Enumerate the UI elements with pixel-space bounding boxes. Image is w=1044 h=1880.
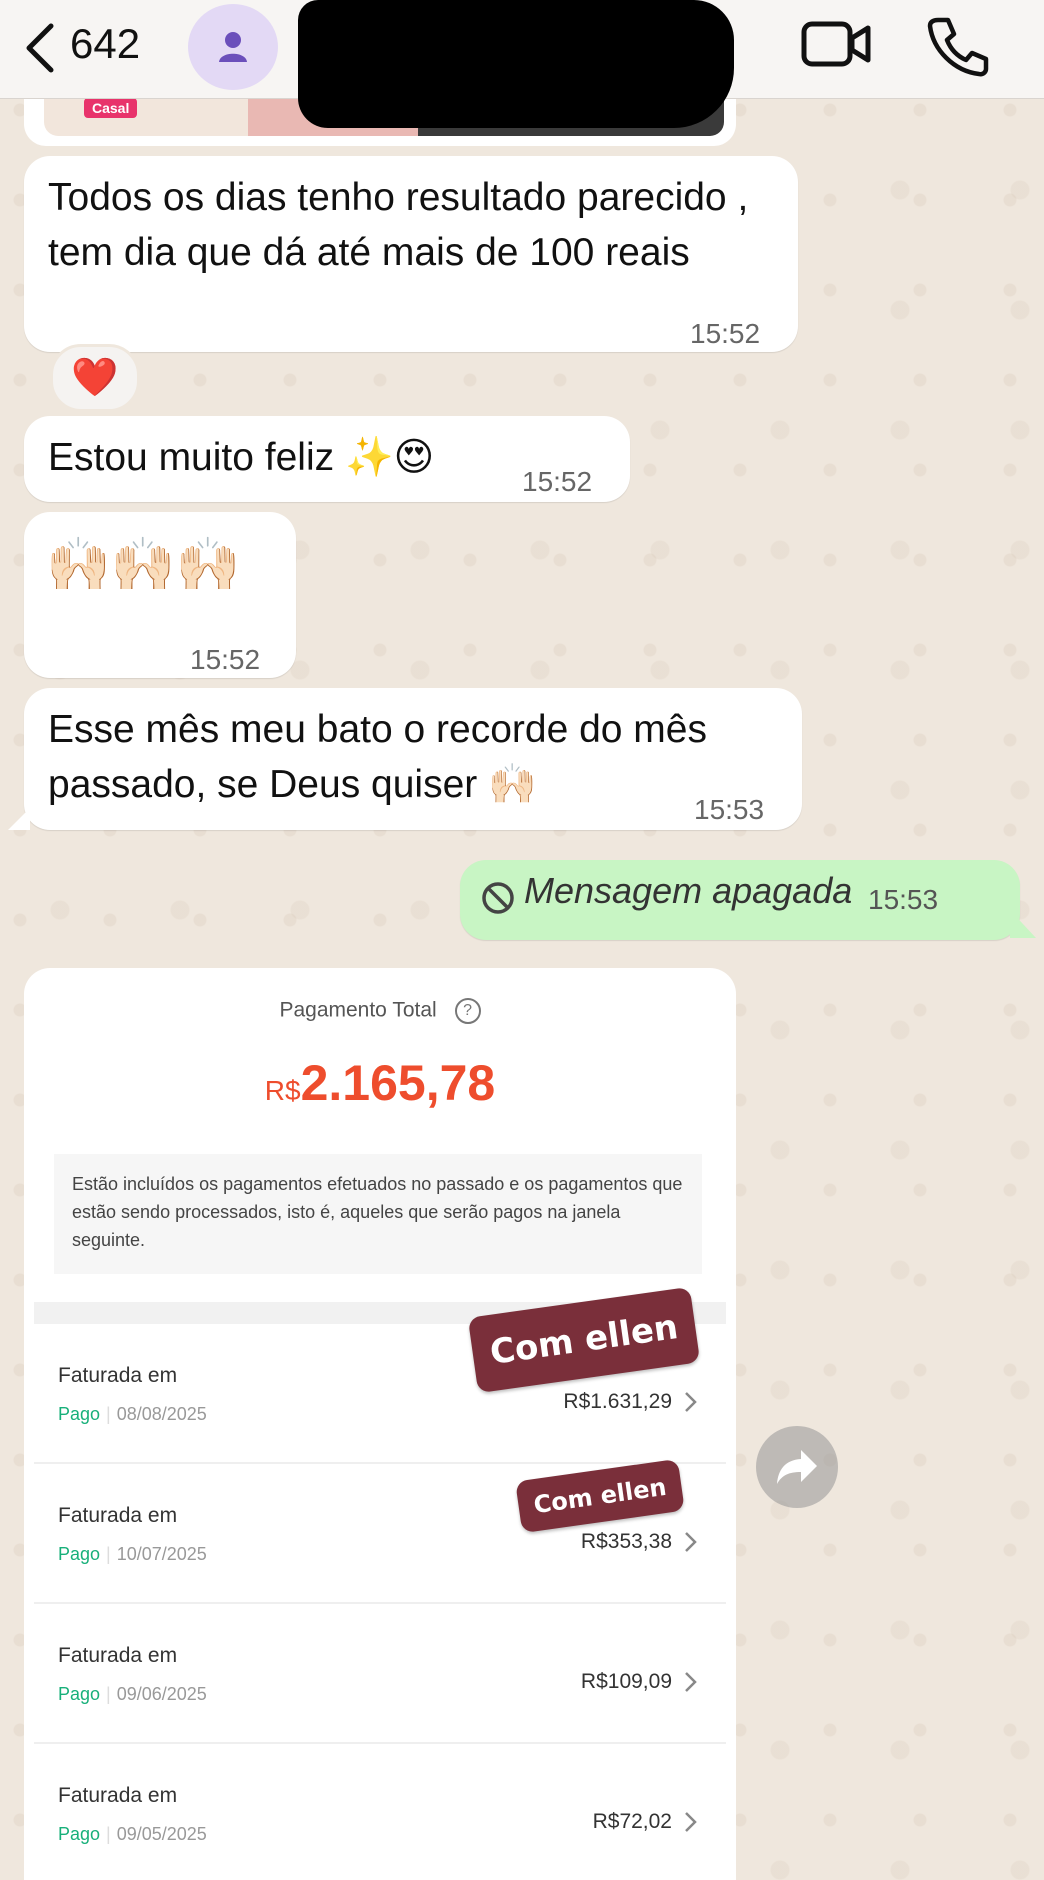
deleted-message-text: Mensagem apagada bbox=[524, 870, 853, 911]
row-amount: R$1.631,29 bbox=[563, 1390, 672, 1413]
contact-avatar[interactable] bbox=[188, 4, 278, 90]
row-status: Pago | 09/05/2025 bbox=[58, 1824, 207, 1844]
payment-row: Faturada em Pago | 09/05/2025 R$72,02 bbox=[34, 1744, 726, 1880]
redacted-contact-name bbox=[298, 0, 734, 128]
row-title: Faturada em bbox=[58, 1364, 178, 1387]
payment-row: Faturada em Pago | 09/06/2025 R$109,09 bbox=[34, 1604, 726, 1744]
image-badge: Casal bbox=[84, 98, 138, 118]
phone-icon bbox=[927, 17, 989, 77]
paid-label: Pago bbox=[58, 1684, 101, 1704]
incoming-message[interactable]: 🙌🏻🙌🏻🙌🏻 15:52 bbox=[24, 512, 296, 678]
payment-screenshot-message[interactable]: Pagamento Total ? R$2.165,78 Estão inclu… bbox=[24, 968, 736, 1880]
chevron-right-icon bbox=[685, 1392, 697, 1412]
message-text: Todos os dias tenho resultado parecido ,… bbox=[48, 176, 749, 274]
paid-label: Pago bbox=[58, 1544, 101, 1564]
forward-button[interactable] bbox=[756, 1426, 838, 1508]
total-amount: 2.165,78 bbox=[300, 1055, 496, 1111]
incoming-message[interactable]: Todos os dias tenho resultado parecido ,… bbox=[24, 156, 798, 352]
row-amount: R$72,02 bbox=[592, 1810, 672, 1833]
row-title: Faturada em bbox=[58, 1644, 178, 1667]
row-title: Faturada em bbox=[58, 1504, 178, 1527]
row-date: 09/05/2025 bbox=[116, 1824, 207, 1844]
row-date: 09/06/2025 bbox=[116, 1684, 207, 1704]
person-icon bbox=[219, 32, 247, 62]
row-title: Faturada em bbox=[58, 1784, 178, 1807]
chevron-right-icon bbox=[685, 1532, 697, 1552]
outgoing-message[interactable]: Mensagem apagada 15:53 bbox=[460, 860, 1020, 940]
row-status: Pago | 10/07/2025 bbox=[58, 1544, 207, 1564]
row-date: 10/07/2025 bbox=[116, 1544, 207, 1564]
chevron-left-icon bbox=[26, 23, 54, 73]
unread-count[interactable]: 642 bbox=[70, 20, 140, 68]
incoming-message[interactable]: Esse mês meu bato o recorde do mês passa… bbox=[24, 688, 802, 830]
row-amount: R$353,38 bbox=[580, 1530, 672, 1553]
payment-title: Pagamento Total bbox=[279, 998, 437, 1022]
paid-label: Pago bbox=[58, 1824, 101, 1844]
message-time: 15:53 bbox=[868, 884, 939, 915]
payment-title-row: Pagamento Total ? bbox=[24, 998, 736, 1024]
forward-arrow-icon bbox=[777, 1450, 817, 1484]
heart-reaction-icon: ❤️ bbox=[71, 357, 119, 399]
row-status: Pago | 08/08/2025 bbox=[58, 1404, 207, 1424]
message-text: Esse mês meu bato o recorde do mês passa… bbox=[48, 708, 707, 806]
message-text: Estou muito feliz ✨😍 bbox=[48, 436, 435, 479]
currency-symbol: R$ bbox=[264, 1075, 301, 1106]
message-time: 15:52 bbox=[522, 466, 593, 497]
payment-total: R$2.165,78 bbox=[24, 1054, 736, 1112]
blocked-icon bbox=[482, 882, 514, 914]
video-camera-icon bbox=[801, 21, 871, 67]
chevron-right-icon bbox=[685, 1812, 697, 1832]
row-date: 08/08/2025 bbox=[116, 1404, 207, 1424]
payment-info-box: Estão incluídos os pagamentos efetuados … bbox=[54, 1154, 702, 1274]
row-status: Pago | 09/06/2025 bbox=[58, 1684, 207, 1704]
back-button[interactable] bbox=[10, 18, 70, 78]
message-time: 15:52 bbox=[190, 644, 261, 675]
voice-call-button[interactable] bbox=[924, 14, 990, 78]
message-text: 🙌🏻🙌🏻🙌🏻 bbox=[46, 536, 241, 594]
message-time: 15:53 bbox=[694, 794, 765, 825]
paid-label: Pago bbox=[58, 1404, 101, 1424]
payment-info-text: Estão incluídos os pagamentos efetuados … bbox=[72, 1174, 683, 1250]
reaction-badge[interactable]: ❤️ bbox=[50, 344, 140, 412]
incoming-message[interactable]: Estou muito feliz ✨😍 15:52 bbox=[24, 416, 630, 502]
chevron-right-icon bbox=[685, 1672, 697, 1692]
message-time: 15:52 bbox=[690, 318, 761, 349]
row-amount: R$109,09 bbox=[580, 1670, 672, 1693]
help-icon: ? bbox=[454, 998, 481, 1024]
video-call-button[interactable] bbox=[800, 14, 874, 74]
